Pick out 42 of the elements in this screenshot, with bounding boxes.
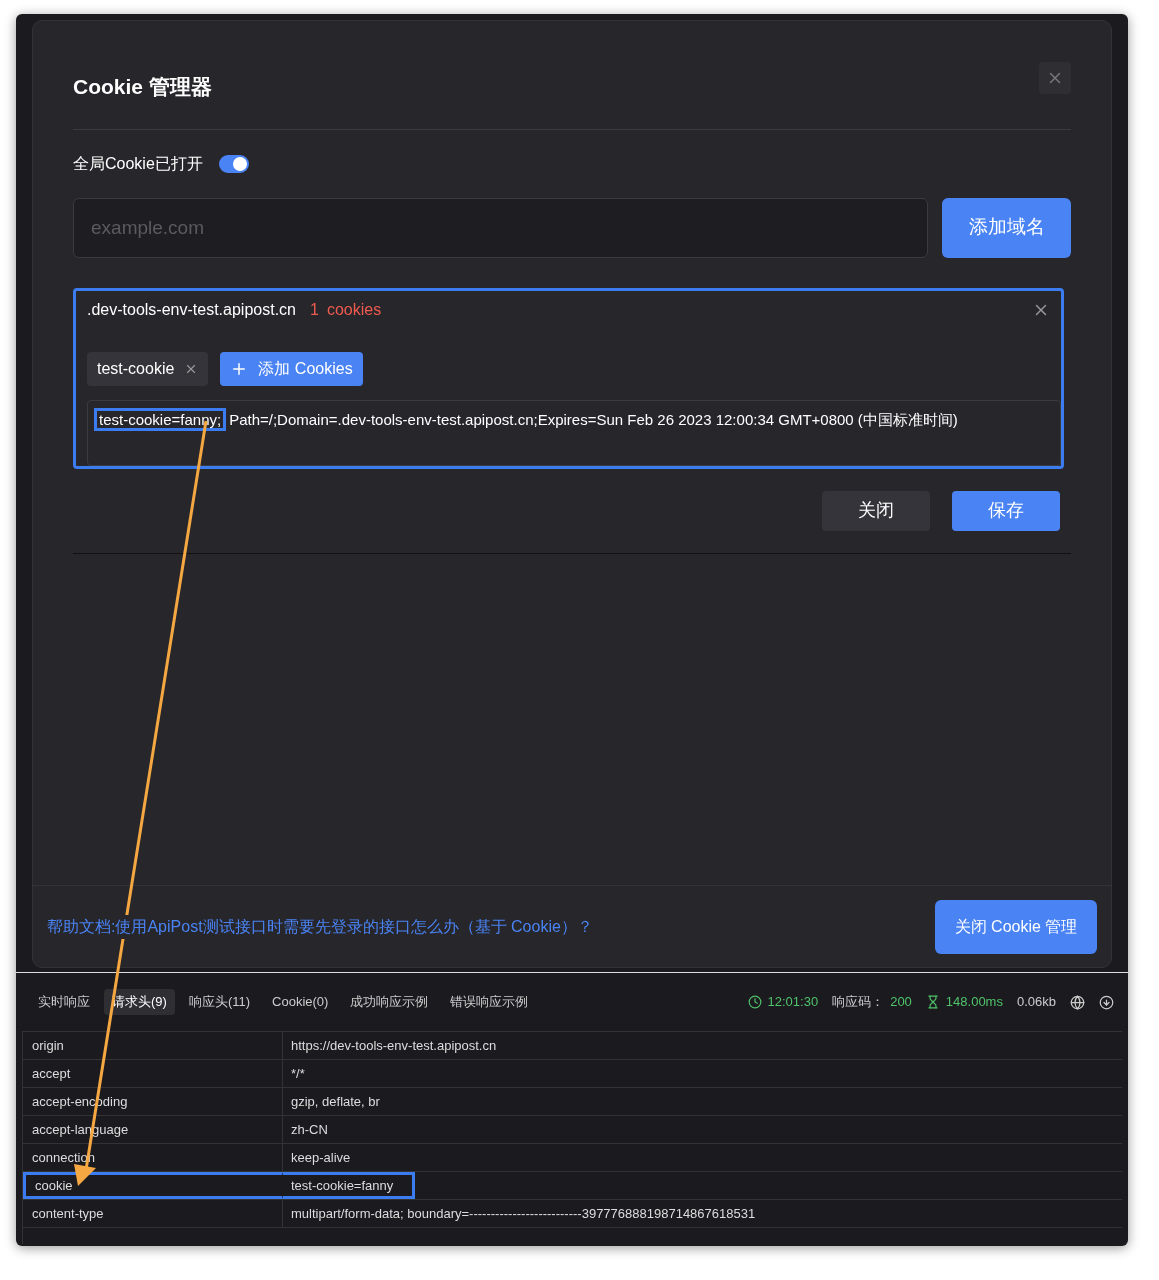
- cookie-count: 1: [310, 299, 319, 320]
- toggle-label: 全局Cookie已打开: [73, 153, 203, 174]
- response-tab[interactable]: Cookie(0): [264, 989, 337, 1015]
- status-code-label: 响应码：: [832, 993, 885, 1012]
- response-tab[interactable]: 成功响应示例: [342, 989, 437, 1015]
- response-size: 0.06kb: [1016, 993, 1056, 1012]
- clock-icon: [747, 995, 762, 1009]
- cookie-count-label: cookies: [326, 299, 382, 320]
- add-cookies-button[interactable]: 添加 Cookies: [220, 351, 363, 386]
- duration: 148.00ms: [945, 993, 1003, 1012]
- header-value-cell-text: gzip, deflate, br: [290, 1092, 381, 1111]
- header-name-cell: content-type: [23, 1200, 283, 1227]
- header-value-cell-text: keep-alive: [290, 1148, 352, 1167]
- response-time: 12:01:30: [767, 993, 819, 1012]
- header-value-cell-text: https://dev-tools-env-test.apipost.cn: [290, 1036, 498, 1055]
- dialog-title: Cookie 管理器: [73, 74, 212, 100]
- save-button[interactable]: 保存: [952, 490, 1060, 531]
- domain-input[interactable]: example.com: [73, 197, 928, 258]
- add-domain-button[interactable]: 添加域名: [942, 197, 1071, 258]
- globe-icon[interactable]: [1070, 994, 1085, 1010]
- close-manager-button[interactable]: 关闭 Cookie 管理: [935, 899, 1097, 954]
- header-value-cell-text: */*: [290, 1064, 306, 1083]
- header-value-cell: test-cookie=fanny: [283, 1172, 415, 1199]
- header-name-cell: cookie: [23, 1172, 283, 1199]
- response-tab[interactable]: 实时响应: [30, 989, 98, 1015]
- toggle-switch[interactable]: [218, 154, 249, 173]
- header-value-cell-text: multipart/form-data; boundary=--------------------------397776888198714867618531: [290, 1204, 757, 1223]
- cookie-attributes: Path=/;Domain=.dev-tools-env-test.apipost.cn;Expires=Sun Feb 26 2023 12:00:34 GMT+0800 (中国标准时间): [229, 410, 958, 428]
- domain-name: .dev-tools-env-test.apipost.cn: [87, 299, 296, 320]
- download-icon[interactable]: [1099, 994, 1114, 1010]
- cookie-tag[interactable]: test-cookie: [87, 351, 209, 386]
- status-code: 200: [890, 993, 912, 1012]
- header-value-cell-text: zh-CN: [290, 1120, 329, 1139]
- cookie-value-field[interactable]: test-cookie=fanny; Path=/;Domain=.dev-tools-env-test.apipost.cn;Expires=Sun Feb 26 2023 12:00:34 GMT+0800 (中国标准时间): [87, 399, 1061, 466]
- hourglass-icon: [925, 995, 940, 1009]
- response-tab[interactable]: 错误响应示例: [442, 989, 537, 1015]
- header-name-cell: origin: [23, 1032, 283, 1059]
- tag-label: test-cookie: [97, 358, 175, 379]
- close-button[interactable]: 关闭: [822, 490, 930, 531]
- header-name-cell: accept: [23, 1060, 283, 1087]
- highlighted-cookie-pair: test-cookie=fanny;: [94, 407, 227, 431]
- response-tab[interactable]: 响应头(11): [180, 989, 259, 1015]
